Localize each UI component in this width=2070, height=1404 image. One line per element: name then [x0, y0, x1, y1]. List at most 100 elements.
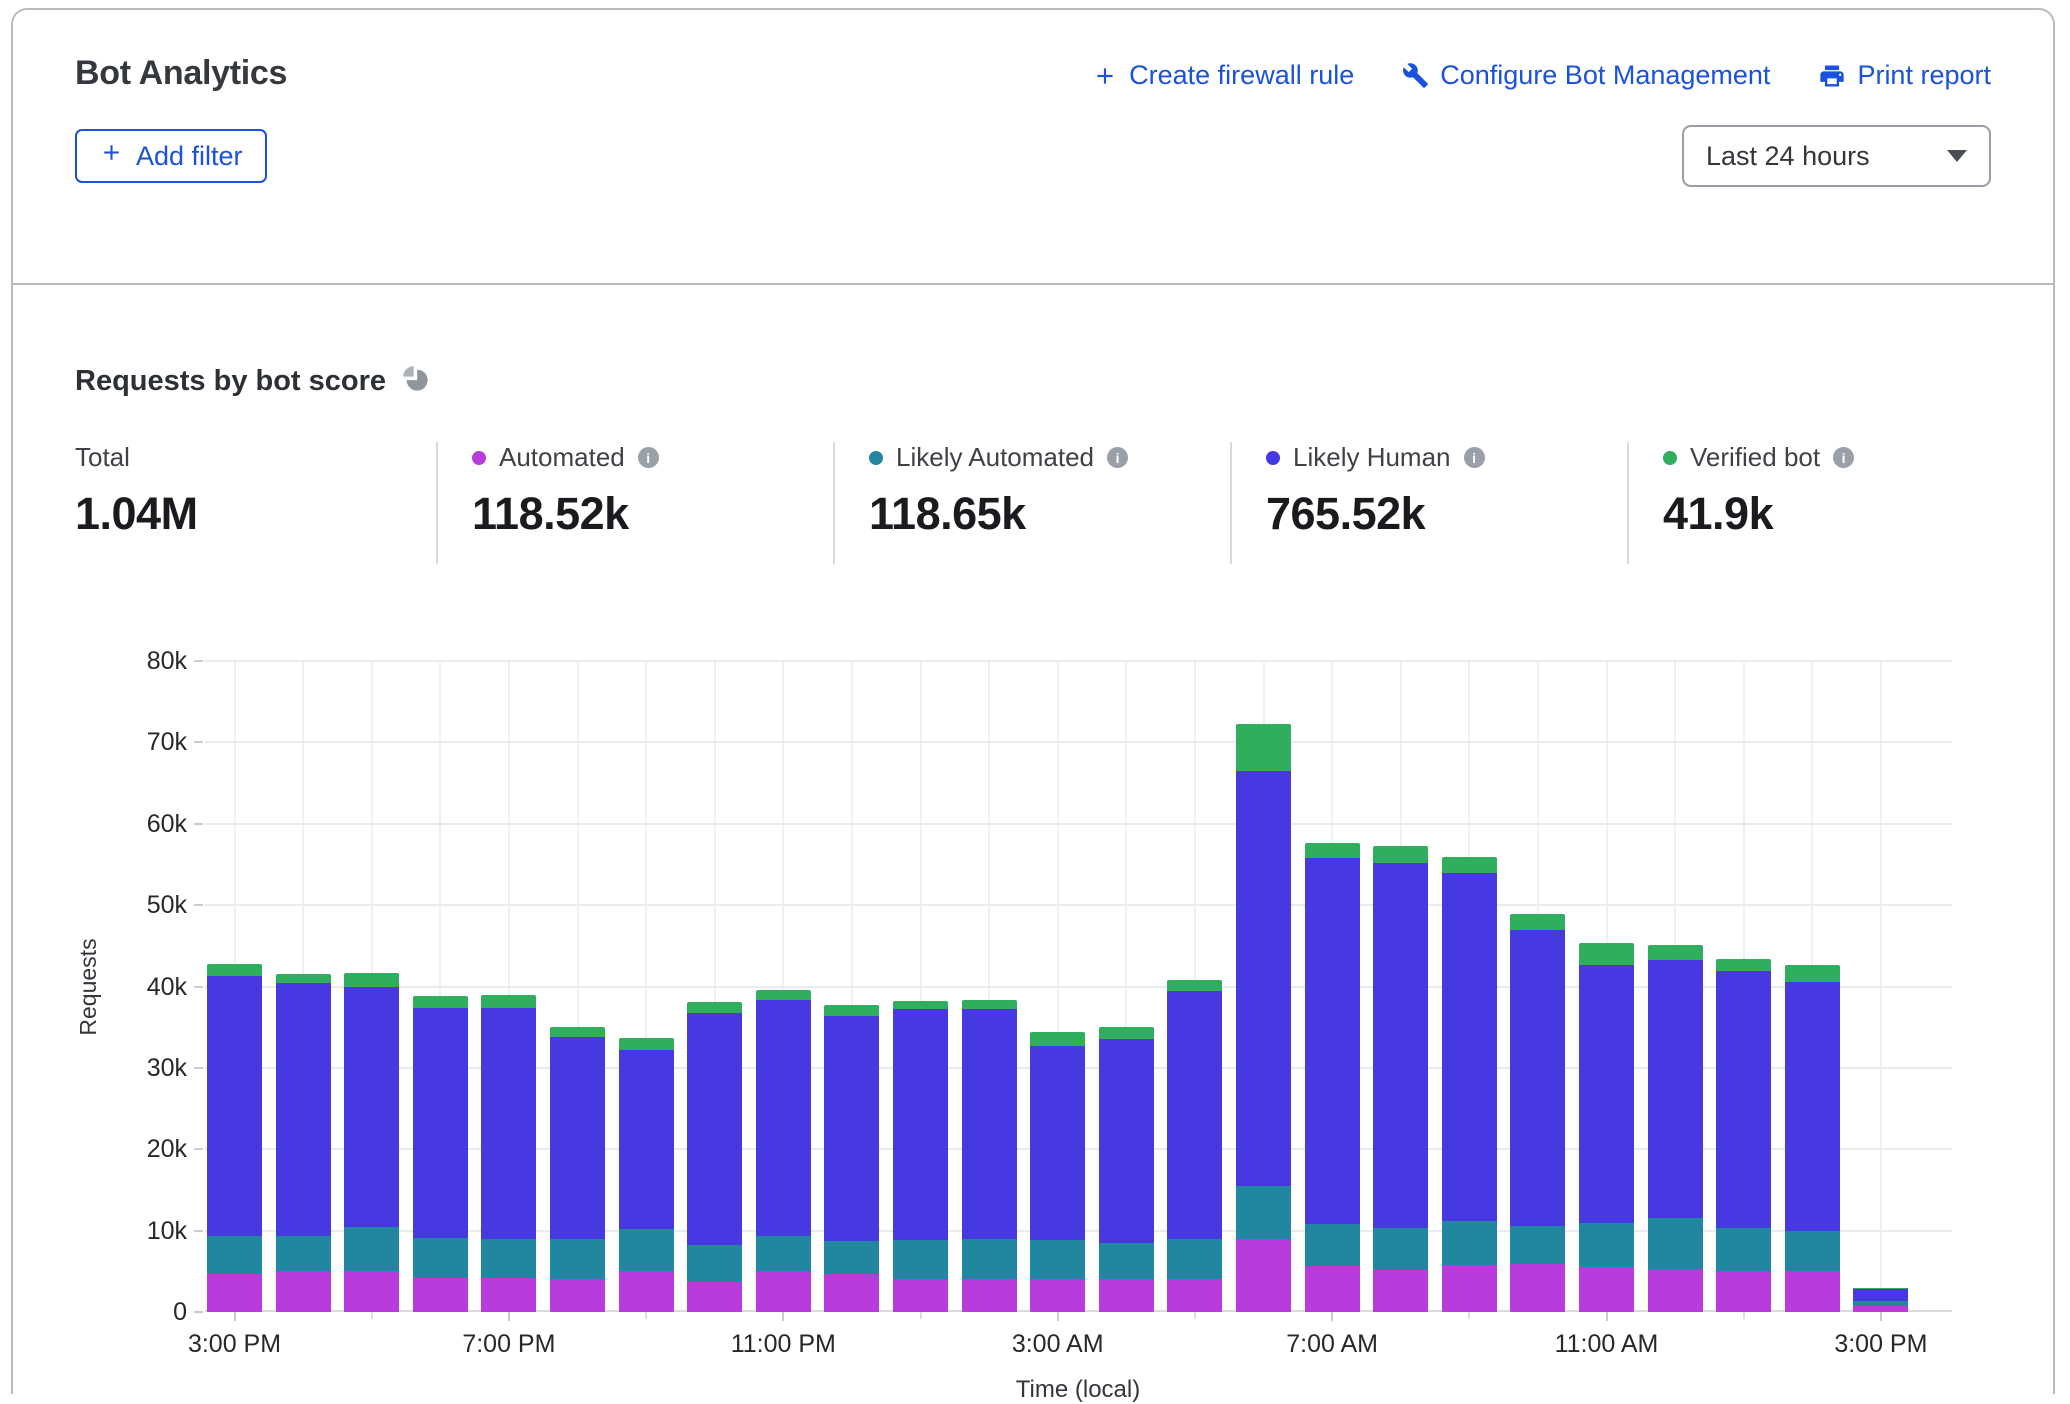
bar-segment[interactable]	[756, 1000, 811, 1236]
bar-segment[interactable]	[756, 1236, 811, 1270]
bar-segment[interactable]	[550, 1027, 605, 1037]
bar-segment[interactable]	[1373, 1228, 1428, 1270]
bar-segment[interactable]	[824, 1005, 879, 1016]
bar-segment[interactable]	[276, 983, 331, 1235]
bar-segment[interactable]	[962, 1239, 1017, 1279]
bar-segment[interactable]	[1099, 1027, 1154, 1038]
bar-segment[interactable]	[1030, 1032, 1085, 1046]
bar-segment[interactable]	[276, 1271, 331, 1312]
bar-segment[interactable]	[619, 1050, 674, 1229]
bar-segment[interactable]	[893, 1009, 948, 1240]
bar-segment[interactable]	[413, 1008, 468, 1237]
bar-segment[interactable]	[1236, 1186, 1291, 1239]
bar-segment[interactable]	[1716, 1271, 1771, 1313]
bar-segment[interactable]	[1167, 991, 1222, 1238]
bar-segment[interactable]	[687, 1245, 742, 1282]
bar-segment[interactable]	[1099, 1039, 1154, 1243]
bar-segment[interactable]	[550, 1037, 605, 1239]
configure-bot-management-link[interactable]: Configure Bot Management	[1402, 60, 1770, 91]
bar-segment[interactable]	[687, 1002, 742, 1013]
bar-segment[interactable]	[1305, 843, 1360, 858]
bar-segment[interactable]	[619, 1038, 674, 1050]
bar-segment[interactable]	[481, 1278, 536, 1312]
bar-segment[interactable]	[893, 1001, 948, 1009]
bar-segment[interactable]	[893, 1279, 948, 1312]
bar-segment[interactable]	[207, 1236, 262, 1273]
bar-segment[interactable]	[1716, 1228, 1771, 1270]
bar-segment[interactable]	[1579, 1223, 1634, 1268]
bar-segment[interactable]	[1510, 1264, 1565, 1312]
bar-segment[interactable]	[1373, 846, 1428, 863]
bar-segment[interactable]	[824, 1241, 879, 1274]
bar-segment[interactable]	[1167, 980, 1222, 991]
bar-segment[interactable]	[344, 1271, 399, 1313]
time-range-select[interactable]: Last 24 hours	[1682, 125, 1991, 187]
bar-segment[interactable]	[1785, 982, 1840, 1232]
bar-segment[interactable]	[1648, 1269, 1703, 1312]
bar-segment[interactable]	[344, 973, 399, 988]
bar-segment[interactable]	[893, 1240, 948, 1279]
bar-segment[interactable]	[276, 974, 331, 984]
bar-segment[interactable]	[1373, 863, 1428, 1228]
bar-segment[interactable]	[1510, 914, 1565, 929]
bar-segment[interactable]	[1853, 1288, 1908, 1301]
bar-segment[interactable]	[1236, 1239, 1291, 1312]
bar-segment[interactable]	[1648, 945, 1703, 960]
bar-segment[interactable]	[824, 1016, 879, 1241]
bar-segment[interactable]	[1030, 1046, 1085, 1240]
bar-segment[interactable]	[1853, 1288, 1908, 1289]
bar-segment[interactable]	[824, 1274, 879, 1312]
bar-segment[interactable]	[1579, 1267, 1634, 1312]
bar-segment[interactable]	[1579, 943, 1634, 965]
bar-segment[interactable]	[1099, 1279, 1154, 1312]
bar-segment[interactable]	[1030, 1279, 1085, 1312]
bar-segment[interactable]	[1305, 858, 1360, 1224]
bar-segment[interactable]	[962, 1000, 1017, 1010]
bar-segment[interactable]	[1442, 1221, 1497, 1265]
bar-segment[interactable]	[276, 1236, 331, 1272]
bar-segment[interactable]	[413, 1278, 468, 1312]
bar-segment[interactable]	[1785, 1271, 1840, 1313]
info-icon[interactable]	[1107, 447, 1128, 468]
bar-segment[interactable]	[344, 1227, 399, 1270]
bar-segment[interactable]	[1305, 1266, 1360, 1312]
create-firewall-rule-link[interactable]: Create firewall rule	[1092, 60, 1354, 91]
bar-segment[interactable]	[962, 1009, 1017, 1238]
bar-segment[interactable]	[481, 995, 536, 1008]
bar-segment[interactable]	[481, 1239, 536, 1278]
print-report-link[interactable]: Print report	[1818, 60, 1991, 91]
bar-segment[interactable]	[1373, 1270, 1428, 1312]
bar-segment[interactable]	[1510, 1226, 1565, 1264]
bar-segment[interactable]	[207, 976, 262, 1236]
info-icon[interactable]	[1833, 447, 1854, 468]
bar-segment[interactable]	[619, 1229, 674, 1271]
bar-segment[interactable]	[1442, 1265, 1497, 1312]
bar-segment[interactable]	[756, 990, 811, 1001]
bar-segment[interactable]	[1853, 1306, 1908, 1313]
bar-segment[interactable]	[550, 1279, 605, 1312]
info-icon[interactable]	[638, 447, 659, 468]
bar-segment[interactable]	[1442, 873, 1497, 1220]
bar-segment[interactable]	[962, 1279, 1017, 1312]
bar-segment[interactable]	[413, 1238, 468, 1278]
bar-segment[interactable]	[344, 987, 399, 1227]
bar-segment[interactable]	[687, 1282, 742, 1312]
bar-segment[interactable]	[1648, 960, 1703, 1219]
bar-segment[interactable]	[1579, 965, 1634, 1223]
bar-segment[interactable]	[1648, 1218, 1703, 1268]
bar-segment[interactable]	[619, 1271, 674, 1312]
add-filter-button[interactable]: Add filter	[75, 129, 267, 183]
bar-segment[interactable]	[1236, 771, 1291, 1186]
bar-segment[interactable]	[1716, 971, 1771, 1228]
bar-segment[interactable]	[1167, 1279, 1222, 1312]
bar-segment[interactable]	[1853, 1301, 1908, 1305]
bar-segment[interactable]	[756, 1271, 811, 1313]
bar-segment[interactable]	[1099, 1243, 1154, 1280]
bar-segment[interactable]	[1785, 1231, 1840, 1270]
bar-segment[interactable]	[207, 1274, 262, 1312]
bar-segment[interactable]	[1236, 724, 1291, 771]
bar-segment[interactable]	[481, 1008, 536, 1239]
bar-segment[interactable]	[687, 1013, 742, 1245]
bar-segment[interactable]	[1510, 930, 1565, 1226]
bar-segment[interactable]	[1030, 1240, 1085, 1279]
